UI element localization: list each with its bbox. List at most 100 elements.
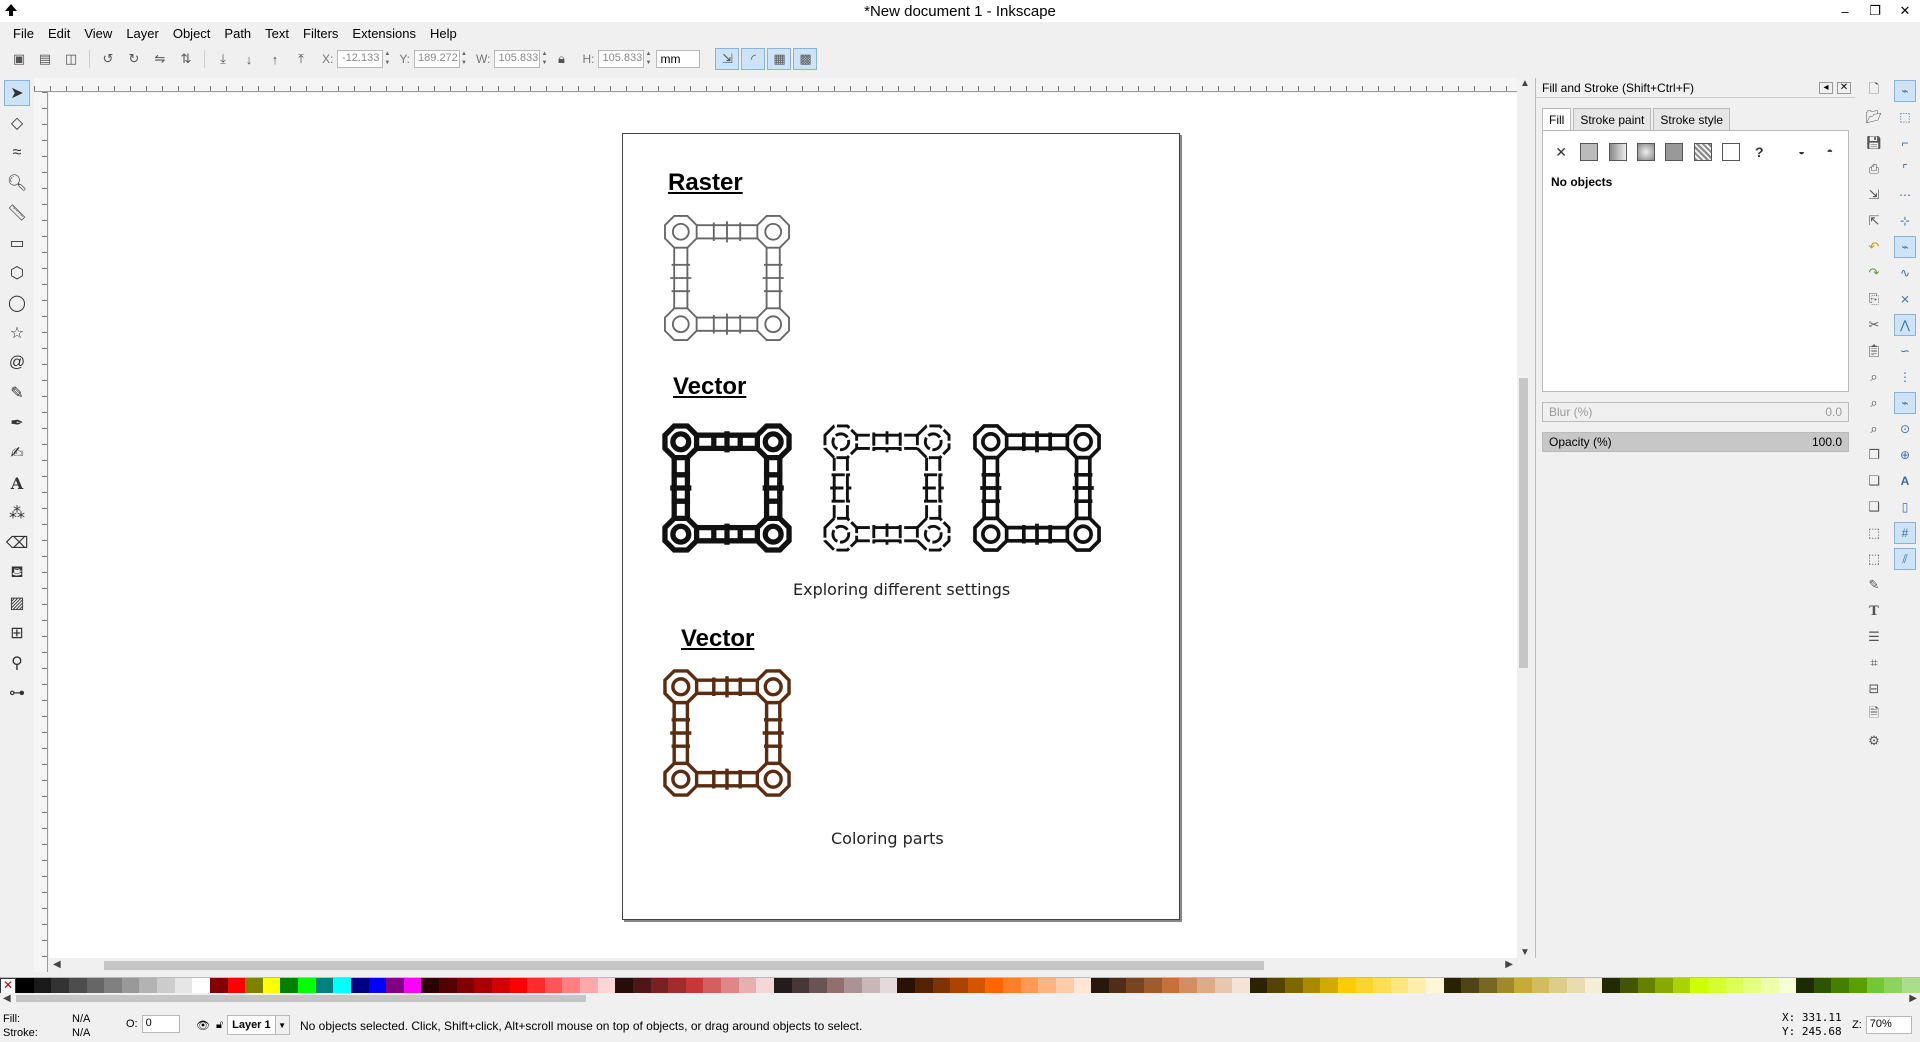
preferences-icon[interactable]: ⚙	[1863, 730, 1885, 752]
paste-icon[interactable]: 📋︎	[1863, 340, 1885, 362]
menu-edit[interactable]: Edit	[41, 26, 77, 41]
snap-bbox-edge-icon[interactable]: ⌐	[1894, 132, 1916, 154]
snap-bbox-corner-icon[interactable]: ⌜	[1894, 158, 1916, 180]
selector-tool-icon[interactable]: ➤	[4, 80, 30, 106]
spiral-tool-icon[interactable]: @	[4, 350, 30, 376]
rotate-ccw-icon[interactable]: ↺	[97, 48, 119, 70]
palette-swatch[interactable]	[685, 978, 704, 993]
move-patterns-icon[interactable]: ▩	[793, 48, 818, 70]
palette-swatch[interactable]	[1708, 978, 1726, 993]
deselect-icon[interactable]: ◫	[60, 48, 82, 70]
palette-swatch[interactable]	[262, 978, 281, 993]
palette-swatch[interactable]	[104, 978, 122, 993]
duplicate-icon[interactable]: ❐	[1863, 444, 1885, 466]
palette-swatch[interactable]	[1390, 978, 1409, 993]
snap-guide-icon[interactable]: ⫽	[1894, 548, 1916, 570]
scale-radii-icon[interactable]: ◜	[741, 48, 766, 70]
palette-swatch[interactable]	[914, 978, 933, 993]
palette-swatch[interactable]	[562, 978, 580, 993]
menu-file[interactable]: File	[6, 26, 41, 41]
palette-swatch[interactable]	[1619, 978, 1638, 993]
palette-swatch[interactable]	[1249, 978, 1268, 993]
tab-stroke-paint[interactable]: Stroke paint	[1573, 108, 1652, 130]
palette-swatch[interactable]	[51, 978, 69, 993]
palette-scroll-left-icon[interactable]: ◀	[3, 993, 11, 1004]
canvas[interactable]: Raster Vector Exploring different settin…	[49, 93, 1517, 958]
palette-swatch[interactable]	[1003, 978, 1021, 993]
zoom-page-icon[interactable]: ⌕	[1863, 418, 1885, 440]
vertical-scroll-thumb[interactable]	[1519, 378, 1528, 668]
fill-rule-nonzero-icon[interactable]: ◓	[1820, 141, 1840, 163]
palette-swatch[interactable]	[1196, 978, 1215, 993]
palette-swatch[interactable]	[1337, 978, 1356, 993]
palette-swatch[interactable]	[1126, 978, 1144, 993]
minimize-button[interactable]: –	[1830, 0, 1860, 22]
palette-swatch[interactable]	[791, 978, 810, 993]
palette-swatch[interactable]	[1055, 978, 1074, 993]
x-spinner[interactable]: ▲ ▼	[383, 50, 391, 68]
horizontal-scroll-thumb[interactable]	[104, 961, 1264, 970]
palette-swatch[interactable]	[421, 978, 439, 993]
palette-swatch[interactable]	[333, 978, 351, 993]
scroll-down-icon[interactable]: ▼	[1520, 947, 1530, 958]
palette-swatch[interactable]	[1637, 978, 1656, 993]
palette-swatch[interactable]	[491, 978, 510, 993]
palette-swatch[interactable]	[1373, 978, 1391, 993]
raise-icon[interactable]: ↑	[264, 48, 286, 70]
palette-swatch[interactable]	[809, 978, 827, 993]
palette-swatch[interactable]	[1179, 978, 1197, 993]
ellipse-tool-icon[interactable]: ◯	[4, 290, 30, 316]
palette-swatch[interactable]	[1426, 978, 1444, 993]
xml-editor-icon[interactable]: ⌗	[1863, 652, 1885, 674]
palette-swatch[interactable]	[1672, 978, 1691, 993]
new-document-icon[interactable]: 🗋	[1863, 80, 1885, 102]
palette-swatch[interactable]	[1091, 978, 1109, 993]
print-icon[interactable]: ⎙	[1863, 158, 1885, 180]
gradient-tool-icon[interactable]: ▨	[4, 590, 30, 616]
snap-smooth-nodes-icon[interactable]: ∽	[1894, 340, 1916, 362]
box-3d-tool-icon[interactable]: ⬡	[4, 260, 30, 286]
palette-swatch[interactable]	[1267, 978, 1285, 993]
opacity-slider[interactable]: Opacity (%) 100.0	[1542, 432, 1849, 452]
node-tool-icon[interactable]: ◇	[4, 110, 30, 136]
snap-path-icon[interactable]: ∿	[1894, 262, 1916, 284]
palette-swatch[interactable]	[1285, 978, 1303, 993]
fill-value[interactable]: N/A	[72, 1012, 90, 1026]
select-all-icon[interactable]: ▣	[8, 48, 30, 70]
status-opacity-input[interactable]: 0	[141, 1015, 180, 1033]
zoom-tool-icon[interactable]: 🔍︎	[4, 170, 30, 196]
panel-close-icon[interactable]: ✕	[1837, 81, 1851, 94]
menu-filters[interactable]: Filters	[296, 26, 345, 41]
menu-layer[interactable]: Layer	[119, 26, 166, 41]
palette-swatch[interactable]	[368, 978, 387, 993]
no-paint-icon[interactable]: ✕	[1551, 141, 1571, 163]
palette-swatch[interactable]	[1038, 978, 1056, 993]
rectangle-tool-icon[interactable]: ▭	[4, 230, 30, 256]
palette-swatch[interactable]	[1567, 978, 1585, 993]
import-icon[interactable]: ⇲	[1863, 184, 1885, 206]
h-input[interactable]: 105.833	[598, 50, 645, 68]
x-input[interactable]: -12.133	[337, 50, 384, 68]
palette-swatch[interactable]	[1514, 978, 1532, 993]
palette-swatch[interactable]	[1866, 978, 1885, 993]
palette-scrollbar[interactable]: ◀ ▶	[0, 993, 1920, 1005]
radial-gradient-icon[interactable]	[1636, 141, 1656, 163]
restore-button[interactable]: ❐	[1860, 0, 1890, 22]
snap-bbox-center-icon[interactable]: ⊹	[1894, 210, 1916, 232]
palette-swatch[interactable]	[121, 978, 140, 993]
palette-swatch[interactable]	[439, 978, 457, 993]
palette-swatch[interactable]	[1355, 978, 1374, 993]
calligraphy-tool-icon[interactable]: ✍	[4, 440, 30, 466]
palette-swatch[interactable]	[1743, 978, 1761, 993]
unlink-clone-icon[interactable]: ❑	[1863, 496, 1885, 518]
snap-cusp-nodes-icon[interactable]: ⋀	[1894, 314, 1916, 336]
palette-swatch[interactable]	[227, 978, 246, 993]
pen-tool-icon[interactable]: ✒	[4, 410, 30, 436]
palette-swatch[interactable]	[1778, 978, 1797, 993]
linear-gradient-icon[interactable]	[1608, 141, 1628, 163]
palette-swatch[interactable]	[985, 978, 1003, 993]
dropper-tool-icon[interactable]: ⚲	[4, 650, 30, 676]
save-icon[interactable]: 💾︎	[1863, 132, 1885, 154]
fill-rule-evenodd-icon[interactable]: ◒	[1791, 141, 1811, 163]
measure-tool-icon[interactable]: 📏︎	[4, 200, 30, 226]
